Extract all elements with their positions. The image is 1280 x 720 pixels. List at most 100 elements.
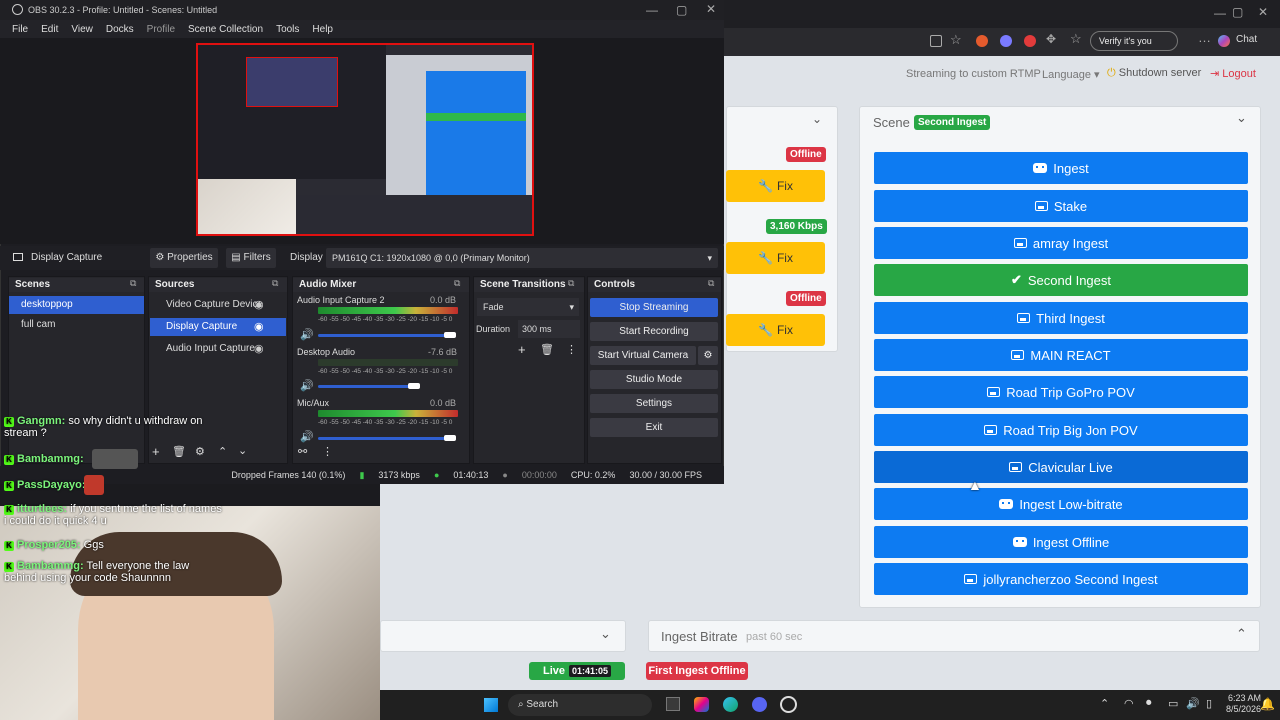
speaker-icon[interactable]: 🔊 [300, 430, 314, 443]
menu-edit[interactable]: Edit [41, 24, 58, 35]
extension-icon[interactable] [1000, 35, 1012, 47]
battery-icon[interactable]: ▯ [1206, 697, 1212, 710]
scene-item-full-cam[interactable]: full cam [9, 316, 144, 334]
copilot-icon[interactable] [1218, 35, 1230, 47]
maximize-icon[interactable]: ▢ [1232, 5, 1243, 19]
scene-button-ingest[interactable]: Ingest [874, 152, 1248, 184]
logout-button[interactable]: ⇥ Logout [1210, 67, 1256, 80]
minimize-icon[interactable]: — [1214, 6, 1226, 20]
obs-taskbar-icon[interactable] [780, 696, 797, 713]
menu-help[interactable]: Help [312, 24, 333, 35]
source-item-audio-input[interactable]: Audio Input Capture [152, 340, 286, 358]
scene-button-amray[interactable]: amray Ingest [874, 227, 1248, 259]
arrow-up-icon[interactable]: ⌃ [218, 445, 227, 458]
close-icon[interactable]: ✕ [1258, 5, 1268, 19]
chevron-up-icon[interactable]: ⌃ [1100, 697, 1109, 710]
scene-button-jollyrancherzoo[interactable]: jollyrancherzoo Second Ingest [874, 563, 1248, 595]
dock-undock-icon[interactable]: ⧉ [568, 278, 574, 289]
eye-icon[interactable]: ◉ [254, 342, 264, 355]
start-icon[interactable] [484, 698, 498, 712]
speaker-icon[interactable]: 🔊 [300, 328, 314, 341]
link-icon[interactable]: ⚯ [298, 445, 307, 458]
menu-file[interactable]: File [12, 24, 28, 35]
eye-icon[interactable]: ◉ [254, 320, 264, 333]
source-item-display-capture[interactable]: Display Capture [150, 318, 286, 336]
taskbar-clock[interactable]: 6:23 AM 8/5/2026 [1226, 693, 1261, 715]
properties-button[interactable]: ⚙ Properties [150, 248, 218, 268]
chat-button[interactable]: Chat [1236, 34, 1257, 45]
dock-undock-icon[interactable]: ⧉ [272, 278, 278, 289]
scene-button-ingest-offline[interactable]: Ingest Offline [874, 526, 1248, 558]
exit-button[interactable]: Exit [590, 418, 718, 437]
settings-button[interactable]: Settings [590, 394, 718, 413]
trash-icon[interactable]: 🗑 [172, 445, 186, 458]
volume-slider-knob[interactable] [444, 435, 456, 441]
start-virtual-camera-button[interactable]: Start Virtual Camera [590, 346, 696, 365]
eye-icon[interactable]: ◉ [254, 298, 264, 311]
stop-streaming-button[interactable]: Stop Streaming [590, 298, 718, 317]
virtual-camera-settings-icon[interactable]: ⚙ [698, 346, 718, 365]
source-item-video-capture[interactable]: Video Capture Device [152, 296, 286, 314]
filters-button[interactable]: ▤ Filters [226, 248, 276, 268]
shutdown-server-button[interactable]: ⏻ Shutdown server [1107, 67, 1201, 80]
duration-input[interactable]: 300 ms [518, 320, 580, 338]
minimize-icon[interactable]: — [646, 3, 658, 17]
transition-select[interactable]: Fade ▾ [477, 298, 579, 316]
more-vertical-icon[interactable]: ⋮ [322, 445, 333, 458]
dock-undock-icon[interactable]: ⧉ [454, 278, 460, 289]
puzzle-icon[interactable]: ✥ [1046, 32, 1056, 46]
more-icon[interactable]: … [1198, 30, 1211, 45]
menu-tools[interactable]: Tools [276, 24, 299, 35]
volume-slider[interactable] [318, 334, 450, 337]
edge-icon[interactable] [723, 697, 738, 712]
chevron-down-icon[interactable]: ⌄ [600, 626, 611, 642]
gear-icon[interactable]: ⚙ [195, 445, 205, 458]
menu-profile[interactable]: Profile [147, 24, 175, 35]
fix-button[interactable]: 🔧 Fix [726, 242, 825, 274]
chevron-down-icon[interactable]: ⌄ [812, 112, 822, 126]
task-view-icon[interactable] [666, 697, 680, 711]
scene-button-main-react[interactable]: MAIN REACT [874, 339, 1248, 371]
notification-bell-icon[interactable]: 🔔 [1260, 697, 1275, 711]
verify-button[interactable]: Verify it's you [1090, 31, 1178, 51]
scene-button-road-trip-big-jon[interactable]: Road Trip Big Jon POV [874, 414, 1248, 446]
star-icon[interactable]: ☆ [950, 32, 962, 48]
add-icon[interactable]: + [152, 444, 160, 459]
favorites-icon[interactable]: ☆ [1070, 31, 1082, 47]
chevron-up-icon[interactable]: ⌃ [1236, 626, 1247, 642]
studio-mode-button[interactable]: Studio Mode [590, 370, 718, 389]
speaker-icon[interactable]: 🔊 [1186, 697, 1200, 710]
arrow-down-icon[interactable]: ⌄ [238, 444, 247, 457]
scene-button-second-ingest[interactable]: ✔ Second Ingest [874, 264, 1248, 296]
language-dropdown[interactable]: Language ▾ [1042, 68, 1100, 81]
volume-slider-knob[interactable] [408, 383, 420, 389]
mic-icon[interactable]: ⏺ [1146, 697, 1152, 710]
fix-button[interactable]: 🔧 Fix [726, 314, 825, 346]
fix-button[interactable]: 🔧 Fix [726, 170, 825, 202]
wifi-icon[interactable]: ◠ [1124, 697, 1134, 710]
menu-view[interactable]: View [71, 24, 93, 35]
speaker-icon[interactable]: 🔊 [300, 379, 314, 392]
volume-slider[interactable] [318, 437, 450, 440]
menu-docks[interactable]: Docks [106, 24, 134, 35]
scene-button-clavicular-live[interactable]: Clavicular Live [874, 451, 1248, 483]
start-recording-button[interactable]: Start Recording [590, 322, 718, 341]
dock-undock-icon[interactable]: ⧉ [708, 278, 714, 289]
volume-slider[interactable] [318, 385, 414, 388]
reader-icon[interactable] [930, 35, 942, 47]
scene-button-stake[interactable]: Stake [874, 190, 1248, 222]
extension-icon[interactable] [976, 35, 988, 47]
scene-item-desktoppop[interactable]: desktoppop [9, 296, 144, 314]
maximize-icon[interactable]: ▢ [676, 3, 687, 17]
trash-icon[interactable]: 🗑 [540, 343, 554, 356]
menu-scene-collection[interactable]: Scene Collection [188, 24, 263, 35]
extension-icon[interactable] [1024, 35, 1036, 47]
more-vertical-icon[interactable]: ⋮ [566, 343, 577, 356]
close-icon[interactable]: ✕ [706, 2, 716, 16]
taskbar-search[interactable]: ⌕ Search [508, 694, 652, 716]
chevron-down-icon[interactable]: ⌄ [1236, 110, 1247, 126]
discord-icon[interactable] [752, 697, 767, 712]
scene-button-third-ingest[interactable]: Third Ingest [874, 302, 1248, 334]
display-select[interactable]: PM161Q C1: 1920x1080 @ 0,0 (Primary Moni… [326, 248, 718, 268]
display-icon[interactable]: ▭ [1168, 697, 1178, 710]
